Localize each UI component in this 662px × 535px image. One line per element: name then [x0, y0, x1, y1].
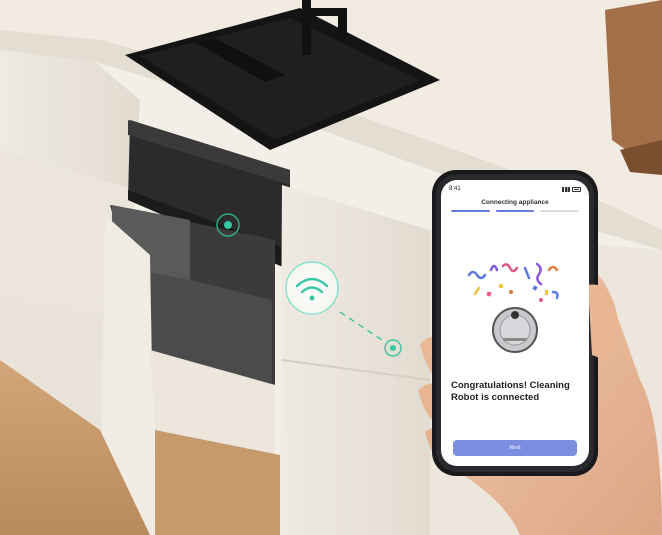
phone-screen: 9:41 Connecting appliance Congratulation… — [441, 180, 589, 466]
cutting-board — [605, 0, 662, 165]
kitchen-scene: 9:41 Connecting appliance Congratulation… — [0, 0, 662, 535]
cabinet-right — [280, 185, 430, 535]
confetti-icon — [467, 270, 487, 280]
next-button[interactable]: Next — [453, 440, 577, 456]
success-message: Congratulations! Cleaning Robot is conne… — [451, 380, 570, 403]
celebration-illustration — [467, 262, 559, 353]
